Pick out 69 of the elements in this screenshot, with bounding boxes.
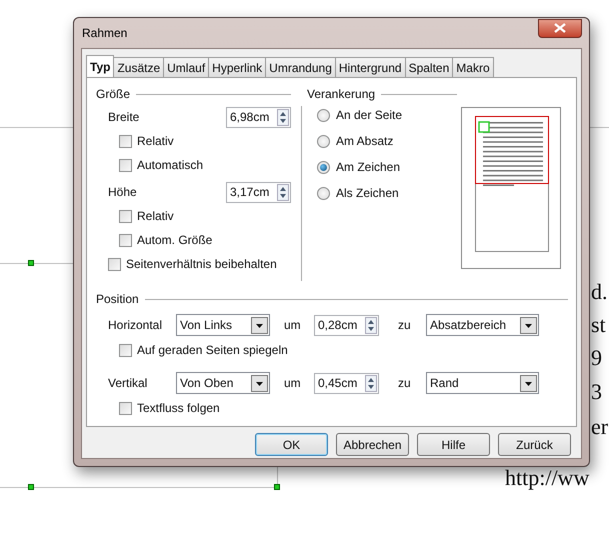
group-title: Verankerung: [307, 87, 376, 101]
field-label: Horizontal: [108, 318, 164, 332]
group-title: Größe: [96, 87, 130, 101]
radio-button[interactable]: [317, 108, 330, 122]
dropdown[interactable]: Absatzbereich: [426, 314, 539, 336]
selection-handle[interactable]: [28, 484, 34, 490]
group-title: Position: [96, 292, 139, 306]
radio-button[interactable]: [317, 160, 330, 174]
spinner-arrows-icon[interactable]: [365, 374, 377, 392]
spinner-arrows-icon[interactable]: [277, 108, 289, 126]
selection-handle[interactable]: [28, 260, 34, 266]
radio-label: Als Zeichen: [336, 186, 399, 200]
tab[interactable]: Makro: [452, 57, 494, 77]
tab[interactable]: Zusätze: [113, 57, 164, 77]
tab[interactable]: Umrandung: [265, 57, 336, 77]
field-label: Vertikal: [108, 376, 148, 390]
checkbox-label: Autom. Größe: [137, 233, 212, 247]
spinner-arrows-icon[interactable]: [277, 184, 289, 200]
offset-field[interactable]: 0,45cm: [314, 372, 379, 394]
tab[interactable]: Spalten: [404, 57, 454, 77]
close-icon: [554, 23, 566, 33]
dialog-button[interactable]: Abbrechen: [336, 433, 409, 456]
width-field[interactable]: 6,98cm: [226, 106, 291, 128]
checkbox[interactable]: [119, 344, 132, 356]
document-text: 9: [591, 346, 602, 370]
checkbox[interactable]: [119, 402, 132, 414]
radio-label: Am Zeichen: [336, 160, 400, 174]
checkbox[interactable]: [108, 258, 121, 270]
dialog-button[interactable]: Hilfe: [417, 433, 490, 456]
dropdown[interactable]: Von Links: [176, 314, 270, 336]
radio-button[interactable]: [317, 134, 330, 148]
radio-label: Am Absatz: [336, 134, 394, 148]
dropdown[interactable]: Rand: [426, 372, 539, 394]
tab[interactable]: Typ: [86, 55, 114, 77]
document-text: st: [591, 313, 606, 337]
field-label: um: [284, 376, 302, 390]
checkbox[interactable]: [119, 210, 132, 222]
field-label: um: [284, 318, 302, 332]
checkbox-label: Textfluss folgen: [137, 401, 220, 415]
offset-field[interactable]: 0,28cm: [314, 314, 379, 336]
selection-handle[interactable]: [274, 484, 280, 490]
checkbox-label: Seitenverhältnis beibehalten: [126, 257, 277, 271]
checkbox-label: Automatisch: [137, 158, 204, 172]
checkbox-label: Auf geraden Seiten spiegeln: [137, 343, 288, 357]
dialog-button[interactable]: OK: [255, 433, 328, 456]
field-label: Breite: [108, 110, 140, 124]
dialog-button[interactable]: Zurück: [498, 433, 571, 456]
close-button[interactable]: [538, 18, 582, 38]
tab[interactable]: Hyperlink: [208, 57, 266, 77]
spinner-arrows-icon[interactable]: [365, 316, 377, 334]
document-text: er: [591, 415, 608, 439]
checkbox[interactable]: [119, 134, 132, 148]
window-title: Rahmen: [81, 26, 128, 40]
dropdown[interactable]: Von Oben: [176, 372, 270, 394]
document-text: http://ww: [505, 466, 590, 490]
tab[interactable]: Hintergrund: [334, 57, 406, 77]
checkbox-label: Relativ: [137, 134, 174, 148]
field-label: Höhe: [108, 185, 137, 199]
radio-button[interactable]: [317, 186, 330, 200]
tab[interactable]: Umlauf: [163, 57, 210, 77]
document-text: 3: [591, 380, 602, 404]
radio-label: An der Seite: [336, 108, 402, 122]
checkbox[interactable]: [119, 158, 132, 172]
height-field[interactable]: 3,17cm: [226, 182, 291, 202]
document-text: d.: [591, 280, 608, 304]
field-label: zu: [398, 376, 412, 390]
field-label: zu: [398, 318, 412, 332]
checkbox-label: Relativ: [137, 209, 174, 223]
checkbox[interactable]: [119, 234, 132, 246]
